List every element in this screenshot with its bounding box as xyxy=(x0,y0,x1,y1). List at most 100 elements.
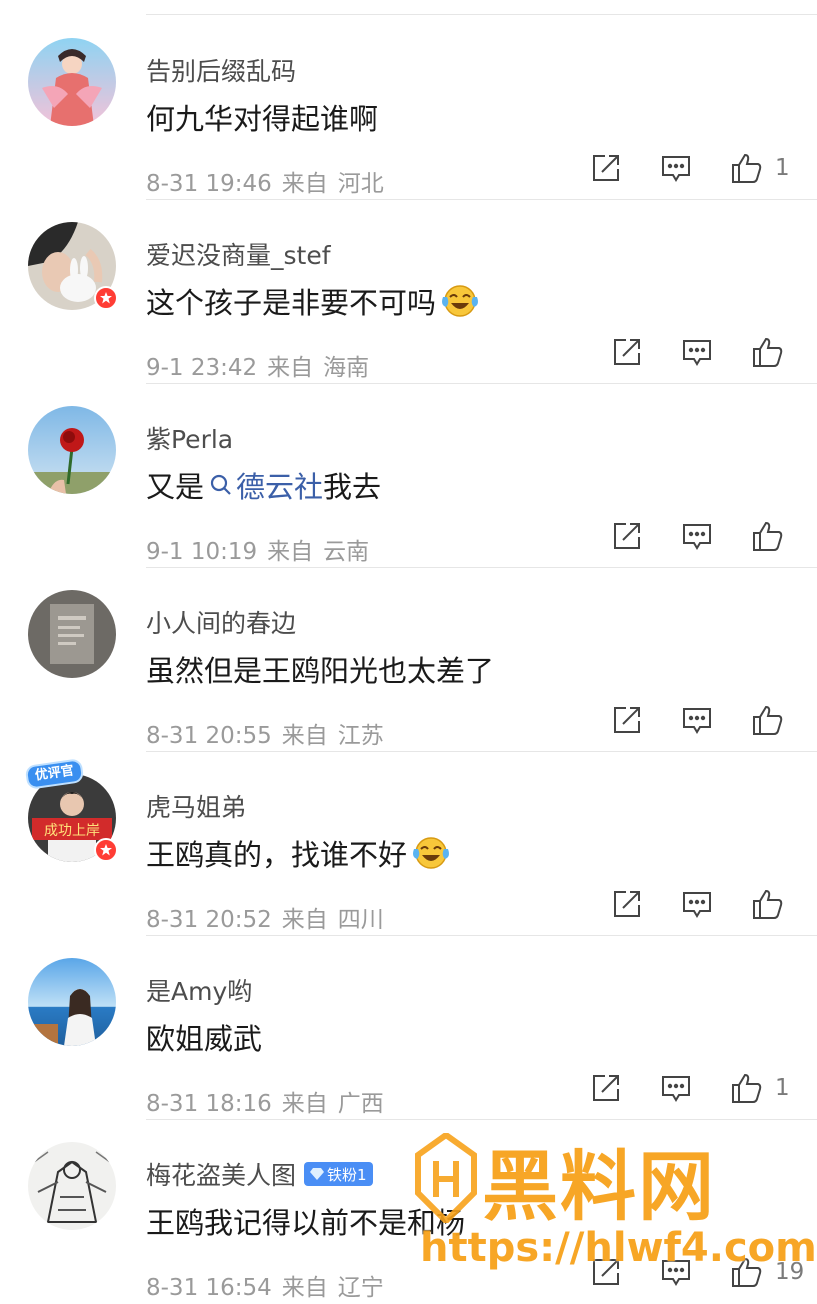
avatar[interactable] xyxy=(28,38,116,126)
comment-icon[interactable] xyxy=(661,1252,691,1292)
comment-location: 江苏 xyxy=(337,723,384,749)
laugh-cry-emoji-icon xyxy=(440,283,480,319)
like-button[interactable]: 1 xyxy=(731,1068,790,1108)
share-icon[interactable] xyxy=(612,516,642,556)
username[interactable]: 紫Perla xyxy=(146,420,233,456)
thumbs-up-icon xyxy=(753,889,783,919)
comment-icon[interactable] xyxy=(682,516,712,556)
comment-text: 王鸥真的，找谁不好 xyxy=(146,832,451,874)
like-count: 19 xyxy=(775,1259,805,1285)
from-label: 来自 xyxy=(281,1091,328,1117)
topic-link[interactable]: 德云社 xyxy=(204,464,323,506)
diamond-icon xyxy=(310,1168,325,1180)
avatar[interactable] xyxy=(28,590,116,678)
comment-meta: 9-1 23:42 来自 海南 xyxy=(146,348,369,382)
username-text[interactable]: 紫Perla xyxy=(146,420,233,456)
topic-text[interactable]: 德云社 xyxy=(236,464,323,506)
comment-item: 是Amy哟 欧姐威武 8-31 18:16 来自 广西 1 xyxy=(0,936,817,1120)
username-text[interactable]: 梅花盗美人图 xyxy=(146,1156,296,1192)
username-text[interactable]: 爱迟没商量_stef xyxy=(146,236,331,272)
comment-location: 河北 xyxy=(337,171,384,197)
like-button[interactable]: 19 xyxy=(731,1252,804,1292)
like-button[interactable] xyxy=(752,884,784,924)
comment-icon[interactable] xyxy=(682,332,712,372)
username[interactable]: 爱迟没商量_stef xyxy=(146,236,331,272)
avatar[interactable]: 成功上岸 xyxy=(28,774,116,862)
comment-text-content: 欧姐威武 xyxy=(146,1022,263,1056)
comment-item: 爱迟没商量_stef 这个孩子是非要不可吗 9-1 23:42 来自 海南 xyxy=(0,200,817,384)
from-label: 来自 xyxy=(267,355,314,381)
comment-date: 9-1 10:19 xyxy=(146,539,258,565)
comment-meta: 8-31 16:54 来自 辽宁 xyxy=(146,1268,384,1302)
username[interactable]: 是Amy哟 xyxy=(146,972,252,1008)
fan-badge-label: 铁粉1 xyxy=(327,1165,367,1184)
comment-text-content: 虽然但是王鸥阳光也太差了 xyxy=(146,654,495,688)
avatar[interactable] xyxy=(28,1142,116,1230)
comment-text: 又是 德云社 我去 xyxy=(146,464,381,506)
comment-date: 8-31 20:55 xyxy=(146,723,272,749)
comment-actions xyxy=(517,884,817,924)
share-icon[interactable] xyxy=(612,700,642,740)
like-button[interactable] xyxy=(752,516,784,556)
comment-text: 欧姐威武 xyxy=(146,1016,262,1058)
share-icon[interactable] xyxy=(591,1068,621,1108)
thumbs-up-icon xyxy=(732,1257,762,1287)
comment-text-content: 何九华对得起谁啊 xyxy=(146,102,379,136)
username-text[interactable]: 小人间的春边 xyxy=(146,604,296,640)
comment-location: 广西 xyxy=(337,1091,384,1117)
fan-badge: 铁粉1 xyxy=(304,1162,373,1186)
username[interactable]: 告别后缀乱码 xyxy=(146,52,296,88)
like-button[interactable]: 1 xyxy=(731,148,790,188)
comment-meta: 8-31 20:52 来自 四川 xyxy=(146,900,384,934)
comment-date: 8-31 16:54 xyxy=(146,1275,272,1301)
from-label: 来自 xyxy=(267,539,314,565)
comment-text-content: 这个孩子是非要不可吗 xyxy=(146,286,437,320)
share-icon[interactable] xyxy=(612,884,642,924)
avatar-banner-text: 成功上岸 xyxy=(44,823,100,839)
username[interactable]: 虎马姐弟 xyxy=(146,788,246,824)
from-label: 来自 xyxy=(281,1275,328,1301)
comment-actions xyxy=(517,700,817,740)
comment-actions xyxy=(517,516,817,556)
comment-icon[interactable] xyxy=(682,884,712,924)
comment-meta: 9-1 10:19 来自 云南 xyxy=(146,532,369,566)
comment-icon[interactable] xyxy=(661,148,691,188)
like-count: 1 xyxy=(775,1075,790,1101)
comment-actions: 1 xyxy=(517,1068,817,1108)
username[interactable]: 梅花盗美人图 铁粉1 xyxy=(146,1156,373,1192)
comment-text: 王鸥我记得以前不是和杨 xyxy=(146,1200,465,1242)
share-icon[interactable] xyxy=(612,332,642,372)
thumbs-up-icon xyxy=(753,521,783,551)
thumbs-up-icon xyxy=(753,705,783,735)
comment-icon[interactable] xyxy=(682,700,712,740)
username[interactable]: 小人间的春边 xyxy=(146,604,296,640)
comment-location: 海南 xyxy=(323,355,370,381)
comment-actions xyxy=(517,332,817,372)
top-divider xyxy=(146,14,817,15)
comment-meta: 8-31 20:55 来自 江苏 xyxy=(146,716,384,750)
username-text[interactable]: 告别后缀乱码 xyxy=(146,52,296,88)
username-text[interactable]: 虎马姐弟 xyxy=(146,788,246,824)
comment-actions: 19 xyxy=(517,1252,817,1292)
comment-text: 何九华对得起谁啊 xyxy=(146,96,378,138)
avatar[interactable] xyxy=(28,958,116,1046)
from-label: 来自 xyxy=(281,171,328,197)
comment-date: 8-31 19:46 xyxy=(146,171,272,197)
comment-item: 告别后缀乱码 何九华对得起谁啊 8-31 19:46 来自 河北 1 xyxy=(0,16,817,200)
like-button[interactable] xyxy=(752,700,784,740)
comment-meta: 8-31 19:46 来自 河北 xyxy=(146,164,384,198)
username-text[interactable]: 是Amy哟 xyxy=(146,972,252,1008)
like-button[interactable] xyxy=(752,332,784,372)
avatar[interactable] xyxy=(28,222,116,310)
thumbs-up-icon xyxy=(732,153,762,183)
share-icon[interactable] xyxy=(591,148,621,188)
avatar[interactable] xyxy=(28,406,116,494)
comment-actions: 1 xyxy=(517,148,817,188)
comment-item: 紫Perla 又是 德云社 我去 9-1 10:19 来自 云南 xyxy=(0,384,817,568)
comment-date: 8-31 18:16 xyxy=(146,1091,272,1117)
thumbs-up-icon xyxy=(732,1073,762,1103)
comment-text: 虽然但是王鸥阳光也太差了 xyxy=(146,648,494,690)
share-icon[interactable] xyxy=(591,1252,621,1292)
comment-icon[interactable] xyxy=(661,1068,691,1108)
comment-text-content: 王鸥真的，找谁不好 xyxy=(146,838,408,872)
